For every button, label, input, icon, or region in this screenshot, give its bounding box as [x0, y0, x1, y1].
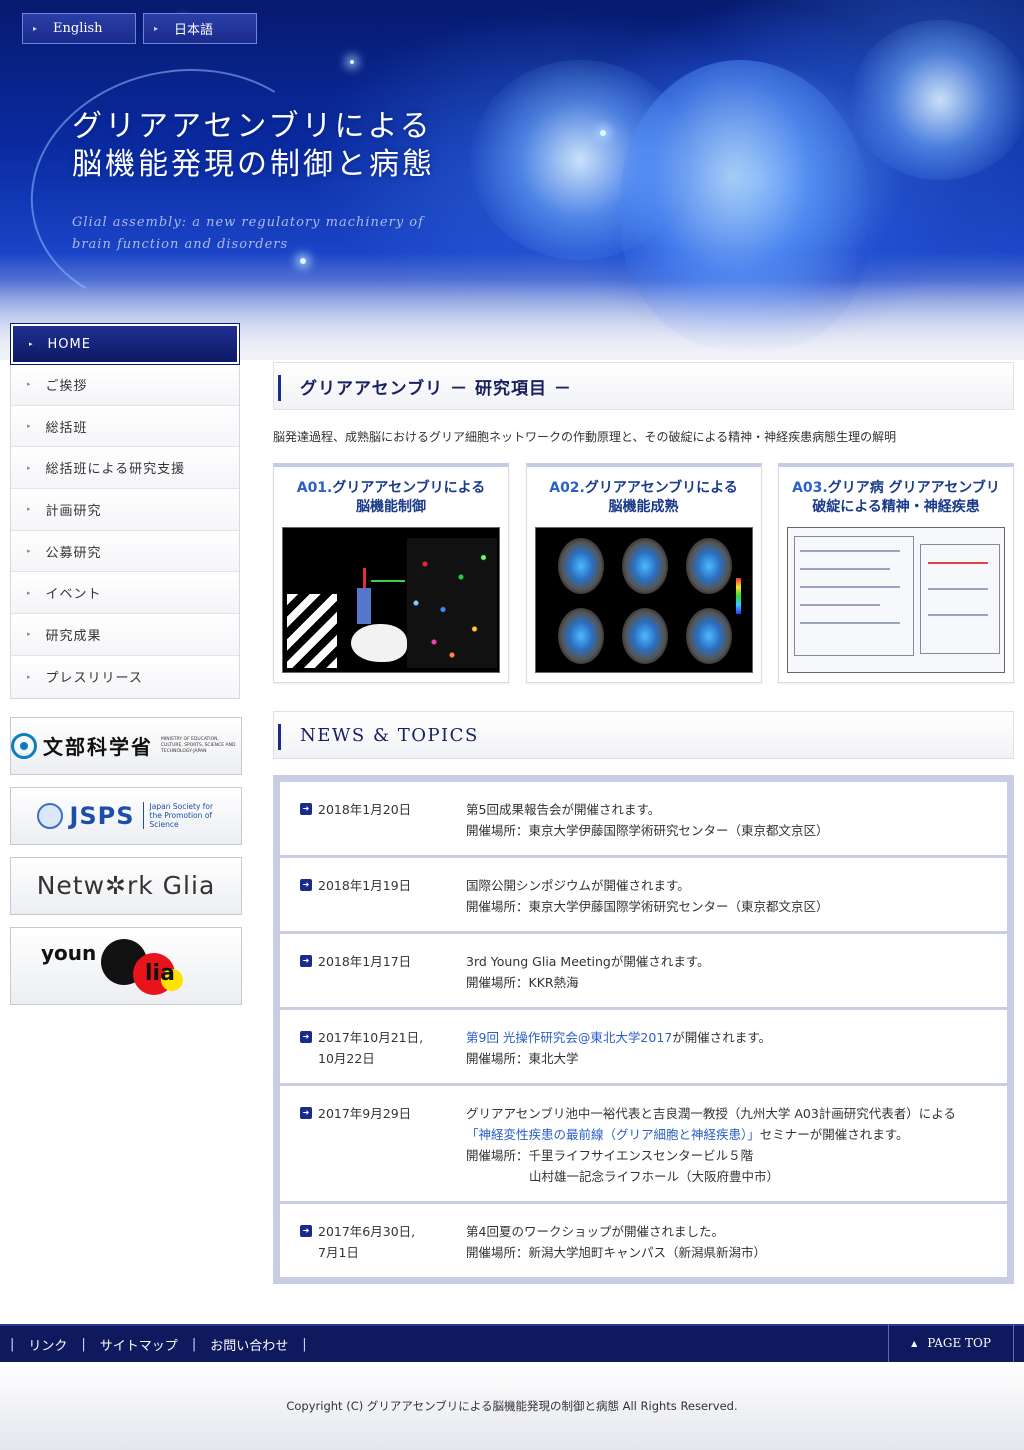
card-title: A01.グリアアセンブリによる 脳機能制御: [296, 480, 486, 515]
arrow-right-icon: ▸: [27, 547, 32, 556]
arrow-right-icon: ▸: [27, 505, 32, 514]
site-title-line1: グリアアセンブリによる: [72, 109, 433, 144]
footer-nav: | リンク | サイトマップ | お問い合わせ | ▲ PAGE TOP: [0, 1324, 1024, 1362]
site-title-line2: 脳機能発現の制御と病態: [72, 147, 435, 182]
arrow-right-icon: ▸: [27, 422, 32, 431]
arrow-right-icon: ▸: [154, 24, 159, 33]
sidebar-item-public-research[interactable]: ▸ 公募研究: [11, 530, 239, 573]
copyright: Copyright (C) グリアアセンブリによる脳機能発現の制御と病態 All…: [0, 1362, 1024, 1450]
sidebar-item-events[interactable]: ▸ イベント: [11, 572, 239, 615]
arrow-right-icon: ▸: [27, 672, 32, 681]
sidebar: ▸ HOME ▸ ご挨拶 ▸ 総括班 ▸ 総括班による研究支援 ▸ 計画研究 ▸…: [10, 323, 242, 1005]
brain-scan-image: [534, 527, 753, 673]
header-banner: ▸ English ▸ 日本語 グリアアセンブリによる 脳機能発現の制御と病態 …: [0, 0, 1024, 360]
sparkle-icon: [600, 130, 606, 136]
news-list: ➜ 2018年1月20日 第5回成果報告会が開催されます。 開催場所：東京大学伊…: [273, 775, 1014, 1284]
news-date: ➜ 2017年9月29日: [300, 1103, 466, 1187]
sparkle-icon: [300, 258, 306, 264]
arrow-right-icon: ➜: [300, 803, 312, 815]
young-glia-banner-link[interactable]: youn lia: [10, 926, 242, 1005]
page-top-button[interactable]: ▲ PAGE TOP: [888, 1324, 1014, 1362]
card-title: A03.グリア病 グリアアセンブリ 破綻による精神・神経疾患: [792, 480, 1000, 515]
arrow-right-icon: ➜: [300, 1225, 312, 1237]
news-date: ➜ 2017年10月21日, 10月22日: [300, 1027, 466, 1069]
news-date: ➜ 2017年6月30日, 7月1日: [300, 1221, 466, 1263]
event-link[interactable]: 第9回 光操作研究会@東北大学2017: [466, 1030, 672, 1045]
sidebar-item-planned-research[interactable]: ▸ 計画研究: [11, 489, 239, 531]
arrow-right-icon: ▸: [27, 380, 32, 389]
research-card-a03[interactable]: A03.グリア病 グリアアセンブリ 破綻による精神・神経疾患: [778, 463, 1014, 683]
news-section-heading: NEWS & TOPICS: [273, 711, 1014, 759]
main-content: グリアアセンブリ － 研究項目 － 脳発達過程、成熟脳におけるグリア細胞ネットワ…: [273, 362, 1014, 1284]
mext-logo: 文部科学省 MINISTRY OF EDUCATION, CULTURE, SP…: [11, 731, 241, 760]
network-glia-logo: Netw✲rk Glia: [36, 871, 216, 900]
jsps-emblem-icon: [37, 802, 64, 829]
news-date: ➜ 2018年1月20日: [300, 799, 466, 841]
japanese-language-button[interactable]: ▸ 日本語: [143, 13, 257, 44]
sidebar-item-greeting[interactable]: ▸ ご挨拶: [11, 364, 239, 406]
analysis-software-screenshot: [787, 527, 1005, 673]
sidebar-item-research-support[interactable]: ▸ 総括班による研究支援: [11, 447, 239, 490]
jsps-banner-link[interactable]: JSPS Japan Society for the Promotion of …: [10, 786, 242, 845]
news-date: ➜ 2018年1月19日: [300, 875, 466, 917]
research-cards: A01.グリアアセンブリによる 脳機能制御 A02.グリアアセンブリによる 脳機…: [273, 463, 1014, 683]
site-title: グリアアセンブリによる 脳機能発現の制御と病態: [72, 108, 435, 184]
research-card-a01[interactable]: A01.グリアアセンブリによる 脳機能制御: [273, 463, 509, 683]
arrow-right-icon: ➜: [300, 879, 312, 891]
footer-link-sitemap[interactable]: サイトマップ: [100, 1335, 178, 1354]
news-item: ➜ 2017年6月30日, 7月1日 第4回夏のワークショップが開催されました。…: [280, 1204, 1007, 1277]
sidebar-nav: ▸ HOME ▸ ご挨拶 ▸ 総括班 ▸ 総括班による研究支援 ▸ 計画研究 ▸…: [10, 323, 240, 699]
network-glia-banner-link[interactable]: Netw✲rk Glia: [10, 856, 242, 915]
news-item: ➜ 2018年1月19日 国際公開シンポジウムが開催されます。 開催場所：東京大…: [280, 858, 1007, 934]
sidebar-item-general-group[interactable]: ▸ 総括班: [11, 405, 239, 448]
site-subtitle: Glial assembly: a new regulatory machine…: [72, 215, 424, 252]
sidebar-item-results[interactable]: ▸ 研究成果: [11, 614, 239, 656]
footer-link-links[interactable]: リンク: [28, 1335, 67, 1354]
research-section-heading: グリアアセンブリ － 研究項目 －: [273, 362, 1014, 410]
arrow-right-icon: ▸: [29, 340, 34, 348]
arrow-right-icon: ▸: [27, 630, 32, 639]
rat-experiment-image: [282, 527, 500, 673]
news-item: ➜ 2018年1月20日 第5回成果報告会が開催されます。 開催場所：東京大学伊…: [280, 782, 1007, 858]
arrow-right-icon: ▸: [27, 463, 32, 472]
arrow-right-icon: ▸: [33, 24, 38, 33]
mext-emblem-icon: [11, 732, 37, 759]
research-card-a02[interactable]: A02.グリアアセンブリによる 脳機能成熟: [525, 463, 762, 683]
seminar-link[interactable]: 「神経変性疾患の最前線（グリア細胞と神経疾患）」: [466, 1127, 760, 1142]
chevron-up-icon: ▲: [911, 1338, 918, 1348]
sparkle-icon: [350, 60, 354, 64]
english-language-button[interactable]: ▸ English: [22, 13, 136, 44]
card-title: A02.グリアアセンブリによる 脳機能成熟: [549, 480, 738, 515]
news-item: ➜ 2017年9月29日 グリアアセンブリ池中一裕代表と吉良潤一教授（九州大学 …: [280, 1086, 1007, 1204]
arrow-right-icon: ➜: [300, 1031, 312, 1043]
research-intro: 脳発達過程、成熟脳におけるグリア細胞ネットワークの作動原理と、その破綻による精神…: [273, 430, 897, 444]
mext-banner-link[interactable]: 文部科学省 MINISTRY OF EDUCATION, CULTURE, SP…: [10, 716, 242, 775]
news-date: ➜ 2018年1月17日: [300, 951, 466, 993]
arrow-right-icon: ▸: [27, 588, 32, 597]
footer-link-contact[interactable]: お問い合わせ: [210, 1335, 288, 1354]
jsps-logo: JSPS Japan Society for the Promotion of …: [37, 802, 214, 830]
news-item: ➜ 2018年1月17日 3rd Young Glia Meetingが開催され…: [280, 934, 1007, 1010]
young-glia-logo: youn lia: [41, 931, 211, 1001]
sidebar-item-home[interactable]: ▸ HOME: [10, 323, 240, 365]
news-item: ➜ 2017年10月21日, 10月22日 第9回 光操作研究会@東北大学201…: [280, 1010, 1007, 1086]
neuron-graphic: [850, 20, 1024, 180]
arrow-right-icon: ➜: [300, 955, 312, 967]
sidebar-item-press-release[interactable]: ▸ プレスリリース: [11, 655, 239, 698]
arrow-right-icon: ➜: [300, 1107, 312, 1119]
